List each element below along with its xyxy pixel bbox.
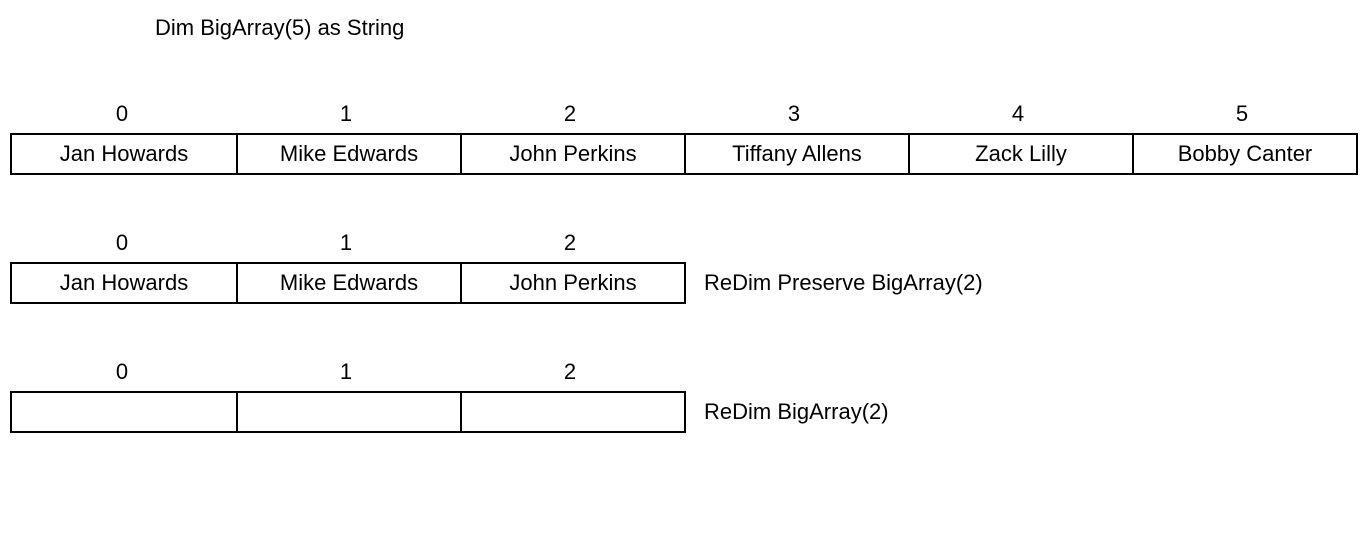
array-index: 5 bbox=[1130, 101, 1354, 133]
redim-array-section: 0 1 2 ReDim BigArray(2) bbox=[10, 359, 1359, 433]
array-index: 1 bbox=[234, 359, 458, 391]
preserve-array-cells: Jan Howards Mike Edwards John Perkins bbox=[10, 262, 686, 304]
array-index: 1 bbox=[234, 230, 458, 262]
big-array-section: 0 1 2 3 4 5 Jan Howards Mike Edwards Joh… bbox=[10, 101, 1359, 175]
big-array-cells: Jan Howards Mike Edwards John Perkins Ti… bbox=[10, 133, 1358, 175]
array-index: 0 bbox=[10, 230, 234, 262]
array-index: 0 bbox=[10, 359, 234, 391]
array-cell: Bobby Canter bbox=[1132, 135, 1356, 173]
array-cell bbox=[236, 393, 460, 431]
array-index: 1 bbox=[234, 101, 458, 133]
array-index: 2 bbox=[458, 230, 682, 262]
big-array-indices: 0 1 2 3 4 5 bbox=[10, 101, 1359, 133]
preserve-array-indices: 0 1 2 bbox=[10, 230, 1359, 262]
array-cell: Tiffany Allens bbox=[684, 135, 908, 173]
redim-preserve-caption: ReDim Preserve BigArray(2) bbox=[686, 270, 983, 296]
array-cell: Jan Howards bbox=[12, 135, 236, 173]
array-cell: Jan Howards bbox=[12, 264, 236, 302]
redim-caption: ReDim BigArray(2) bbox=[686, 399, 889, 425]
array-index: 2 bbox=[458, 359, 682, 391]
dim-declaration: Dim BigArray(5) as String bbox=[155, 15, 1359, 41]
array-index: 4 bbox=[906, 101, 1130, 133]
array-cell: John Perkins bbox=[460, 264, 684, 302]
array-cell bbox=[12, 393, 236, 431]
array-index: 2 bbox=[458, 101, 682, 133]
preserve-array-section: 0 1 2 Jan Howards Mike Edwards John Perk… bbox=[10, 230, 1359, 304]
array-cell: John Perkins bbox=[460, 135, 684, 173]
redim-array-indices: 0 1 2 bbox=[10, 359, 1359, 391]
array-cell bbox=[460, 393, 684, 431]
array-cell: Zack Lilly bbox=[908, 135, 1132, 173]
array-cell: Mike Edwards bbox=[236, 135, 460, 173]
redim-array-cells bbox=[10, 391, 686, 433]
array-cell: Mike Edwards bbox=[236, 264, 460, 302]
array-index: 0 bbox=[10, 101, 234, 133]
array-index: 3 bbox=[682, 101, 906, 133]
